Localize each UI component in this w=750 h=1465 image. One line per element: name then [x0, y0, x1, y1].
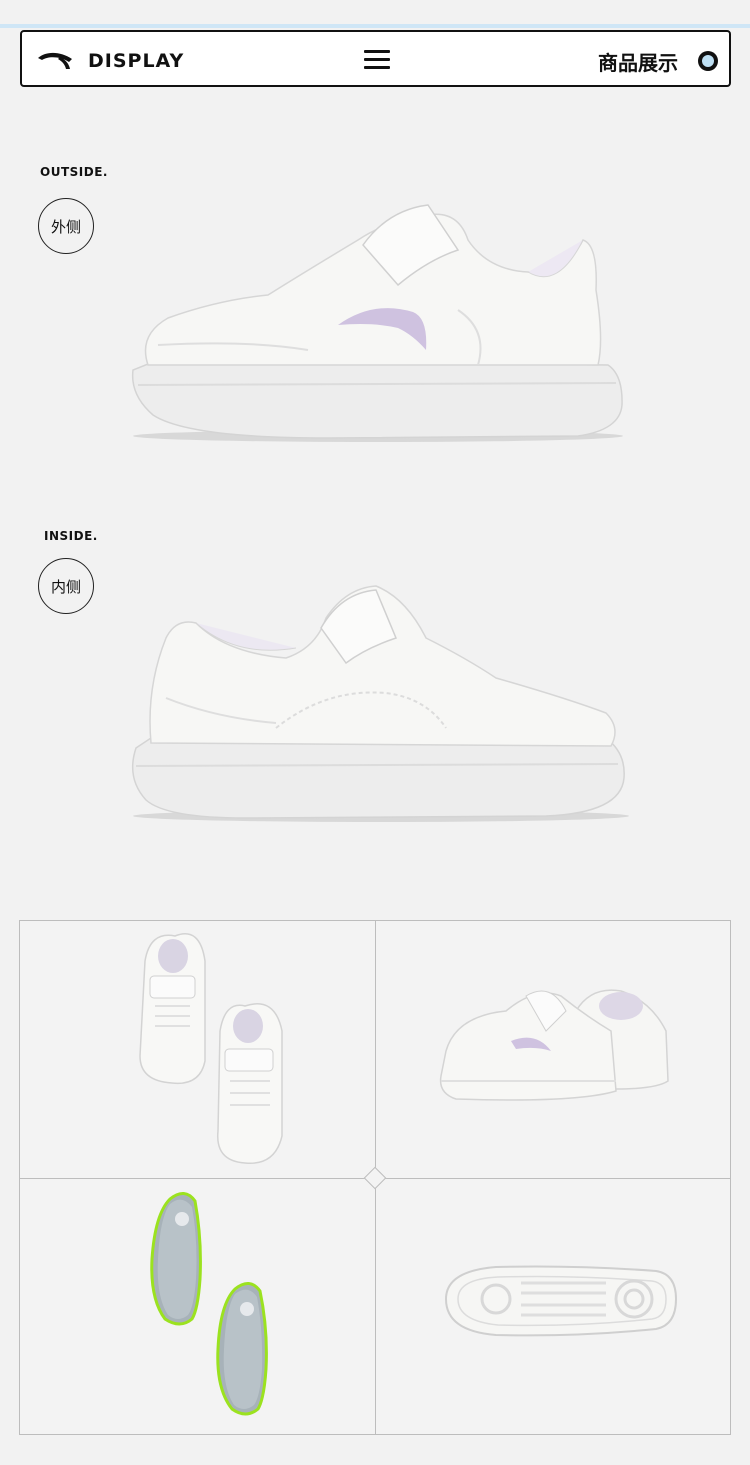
circle-dot-icon[interactable]	[698, 51, 718, 71]
page-title: 商品展示	[598, 51, 678, 75]
shoe-outside-image	[131, 204, 623, 442]
grid-cell-top-view	[20, 921, 375, 1178]
anta-logo-icon[interactable]	[36, 49, 74, 71]
section-label-inside: INSIDE.	[44, 529, 98, 543]
side-badge-inside: 内侧	[38, 558, 94, 614]
grid-cell-insoles	[20, 1179, 375, 1436]
side-badge-outside: 外侧	[38, 198, 94, 254]
section-label-outside: OUTSIDE.	[40, 165, 108, 179]
shoe-inside-image	[131, 585, 629, 822]
header-bar: DISPLAY 商品展示	[20, 30, 731, 87]
detail-image-grid	[19, 920, 731, 1435]
insoles-image	[150, 1192, 268, 1416]
grid-cell-outsole	[376, 1179, 731, 1436]
grid-cell-rear-view	[376, 921, 731, 1178]
outsole-image	[444, 1265, 678, 1337]
top-accent-line	[0, 24, 750, 28]
shoes-top-view-image	[139, 933, 283, 1164]
shoes-rear-view-image	[439, 989, 669, 1101]
brand-title: DISPLAY	[88, 50, 185, 72]
hamburger-menu-icon[interactable]	[364, 50, 390, 70]
